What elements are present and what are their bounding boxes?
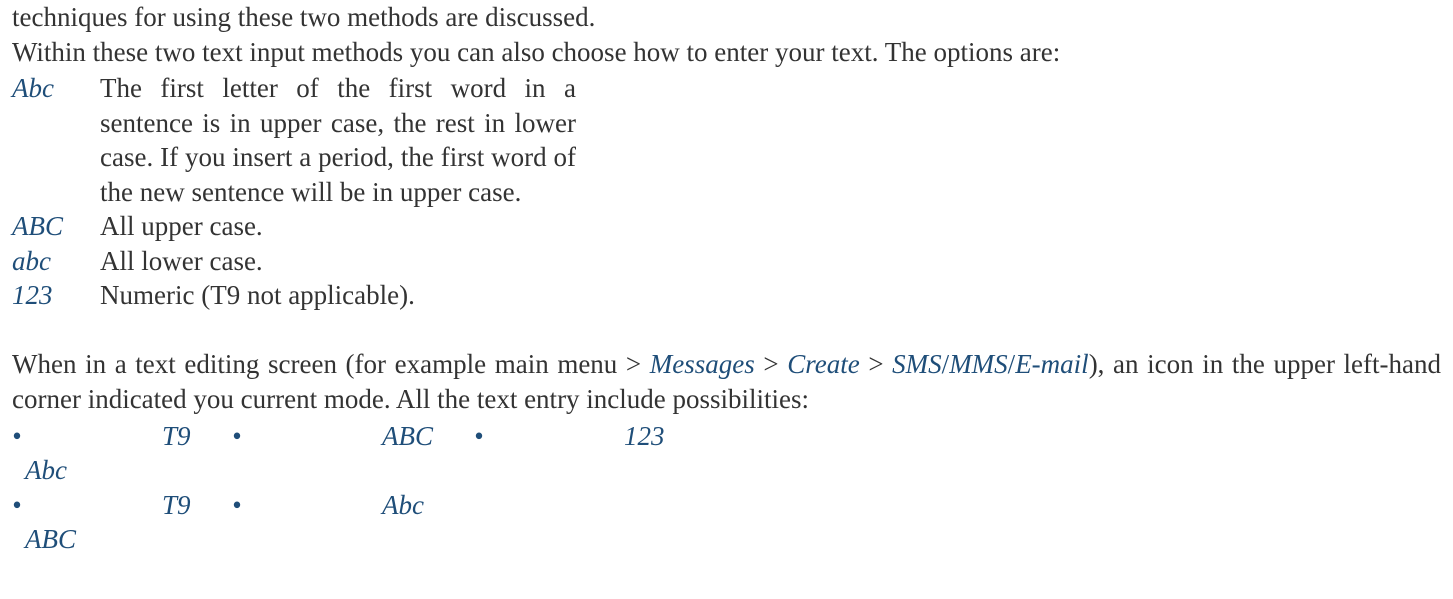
path-seg-messages: Messages	[650, 349, 755, 379]
mode-cell: •	[474, 419, 622, 488]
definition-description: All upper case.	[100, 209, 576, 244]
definitions-list: Abc The first letter of the first word i…	[12, 71, 1441, 313]
intro-line-2: Within these two text input methods you …	[12, 35, 1441, 70]
bullet-mark: •	[232, 419, 380, 454]
mode-cell: Abc	[382, 488, 472, 557]
path-sep: >	[755, 349, 787, 379]
bullet-mark: •	[12, 419, 160, 454]
path-paragraph: When in a text editing screen (for examp…	[12, 347, 1441, 416]
mode-label: ABC	[382, 419, 472, 454]
definition-term: 123	[12, 278, 100, 313]
mode-cell: •	[232, 488, 380, 557]
definition-row: 123 Numeric (T9 not applicable).	[12, 278, 1441, 313]
definition-term: abc	[12, 244, 100, 279]
path-seg-email: E-mail	[1015, 349, 1089, 379]
definition-description: The first letter of the first word in a …	[100, 71, 576, 209]
mode-label: T9	[162, 488, 230, 523]
path-prefix: When in a text editing screen (for examp…	[12, 349, 650, 379]
path-seg-mms: MMS	[949, 349, 1007, 379]
path-seg-create: Create	[787, 349, 859, 379]
blank-line	[12, 313, 1441, 348]
intro-line-1: techniques for using these two methods a…	[12, 0, 1441, 35]
modes-row: • Abc T9 • ABC • 123	[12, 419, 1441, 488]
mode-cell	[624, 488, 692, 557]
mode-cell	[474, 488, 622, 557]
mode-cell: T9	[162, 488, 230, 557]
mode-cell: T9	[162, 419, 230, 488]
bullet-mark: •	[232, 488, 380, 523]
mode-label: 123	[624, 419, 692, 454]
definition-row: abc All lower case.	[12, 244, 1441, 279]
definition-row: ABC All upper case.	[12, 209, 1441, 244]
mode-cell: • ABC	[12, 488, 160, 557]
mode-label: T9	[162, 419, 230, 454]
mode-cell: •	[232, 419, 380, 488]
definition-description: Numeric (T9 not applicable).	[100, 278, 576, 313]
path-seg-sms: SMS	[892, 349, 942, 379]
definition-description: All lower case.	[100, 244, 576, 279]
bullet-mark: •	[474, 419, 622, 454]
definition-term: Abc	[12, 71, 100, 209]
mode-cell: ABC	[382, 419, 472, 488]
modes-row: • ABC T9 • Abc	[12, 488, 1441, 557]
mode-sub-label: ABC	[12, 522, 160, 557]
path-sep: >	[860, 349, 892, 379]
mode-cell: 123	[624, 419, 692, 488]
mode-cell: • Abc	[12, 419, 160, 488]
document-page: techniques for using these two methods a…	[0, 0, 1453, 599]
bullet-mark: •	[12, 488, 160, 523]
mode-label: Abc	[382, 488, 472, 523]
mode-sub-label: Abc	[12, 453, 160, 488]
modes-table: • Abc T9 • ABC • 123 • ABC	[12, 419, 1441, 557]
definition-term: ABC	[12, 209, 100, 244]
definition-row: Abc The first letter of the first word i…	[12, 71, 1441, 209]
